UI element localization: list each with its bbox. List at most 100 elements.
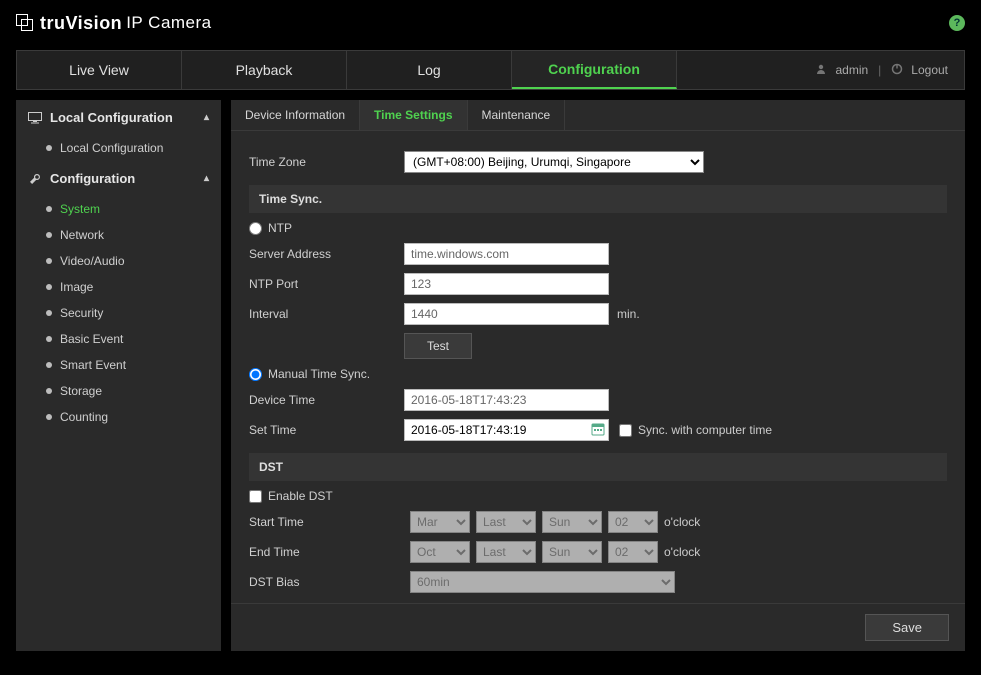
bullet-icon	[46, 258, 52, 264]
chevron-up-icon: ▴	[204, 112, 209, 123]
radio-ntp[interactable]	[249, 222, 262, 235]
tab-playback[interactable]: Playback	[182, 51, 347, 89]
sidebar-item-storage[interactable]: Storage	[16, 378, 221, 404]
select-dst-bias[interactable]: 60min	[410, 571, 675, 593]
sidebar-section-label: Local Configuration	[50, 110, 173, 125]
bullet-icon	[46, 145, 52, 151]
sidebar-item-label: Network	[60, 228, 104, 242]
header-time-sync-label: Time Sync.	[259, 192, 322, 206]
sidebar-item-label: Counting	[60, 410, 108, 424]
wrench-icon	[28, 172, 42, 186]
select-end-hour[interactable]: 02	[608, 541, 658, 563]
label-time-zone: Time Zone	[249, 155, 404, 169]
bullet-icon	[46, 284, 52, 290]
select-end-week[interactable]: Last	[476, 541, 536, 563]
brand: truVision IP Camera	[16, 13, 212, 34]
logout-icon	[891, 63, 903, 78]
sidebar-item-label: Local Configuration	[60, 141, 163, 155]
user-icon	[815, 63, 827, 78]
sidebar-item-label: Video/Audio	[60, 254, 125, 268]
brand-sub: IP Camera	[126, 13, 211, 33]
label-end-time: End Time	[249, 545, 404, 559]
brand-icon	[16, 14, 34, 32]
select-time-zone[interactable]: (GMT+08:00) Beijing, Urumqi, Singapore	[404, 151, 704, 173]
label-manual-time-sync: Manual Time Sync.	[268, 367, 370, 381]
tab-configuration[interactable]: Configuration	[512, 51, 677, 89]
sidebar-item-system[interactable]: System	[16, 196, 221, 222]
input-ntp-port[interactable]	[404, 273, 609, 295]
bullet-icon	[46, 232, 52, 238]
bullet-icon	[46, 362, 52, 368]
select-start-day[interactable]: Sun	[542, 511, 602, 533]
bullet-icon	[46, 310, 52, 316]
input-device-time	[404, 389, 609, 411]
sidebar-item-label: System	[60, 202, 100, 216]
test-button[interactable]: Test	[404, 333, 472, 359]
input-server-address[interactable]	[404, 243, 609, 265]
sidebar-item-label: Storage	[60, 384, 102, 398]
bullet-icon	[46, 336, 52, 342]
label-device-time: Device Time	[249, 393, 404, 407]
sidebar-section-configuration[interactable]: Configuration ▴	[16, 161, 221, 196]
sidebar: Local Configuration ▴ Local Configuratio…	[16, 100, 221, 651]
radio-manual-time-sync[interactable]	[249, 368, 262, 381]
sidebar-item-label: Image	[60, 280, 93, 294]
label-server-address: Server Address	[249, 247, 404, 261]
monitor-icon	[28, 112, 42, 124]
bullet-icon	[46, 414, 52, 420]
checkbox-enable-dst[interactable]	[249, 490, 262, 503]
sidebar-item-label: Security	[60, 306, 103, 320]
subtab-device-information[interactable]: Device Information	[231, 100, 360, 130]
subtab-maintenance[interactable]: Maintenance	[468, 100, 566, 130]
tab-live-view[interactable]: Live View	[17, 51, 182, 89]
sidebar-section-label: Configuration	[50, 171, 135, 186]
sidebar-item-counting[interactable]: Counting	[16, 404, 221, 430]
select-end-month[interactable]: Oct	[410, 541, 470, 563]
sidebar-item-image[interactable]: Image	[16, 274, 221, 300]
label-dst-bias: DST Bias	[249, 575, 404, 589]
input-set-time[interactable]	[404, 419, 609, 441]
checkbox-sync-computer[interactable]	[619, 424, 632, 437]
logout-link[interactable]: Logout	[911, 63, 948, 77]
sidebar-section-local-config[interactable]: Local Configuration ▴	[16, 100, 221, 135]
label-set-time: Set Time	[249, 423, 404, 437]
sidebar-item-network[interactable]: Network	[16, 222, 221, 248]
select-start-month[interactable]: Mar	[410, 511, 470, 533]
label-ntp-port: NTP Port	[249, 277, 404, 291]
bullet-icon	[46, 206, 52, 212]
label-sync-computer: Sync. with computer time	[638, 423, 772, 437]
username: admin	[835, 63, 868, 77]
sidebar-item-label: Basic Event	[60, 332, 123, 346]
label-ntp: NTP	[268, 221, 292, 235]
main-panel: Device Information Time Settings Mainten…	[231, 100, 965, 651]
sidebar-item-smart-event[interactable]: Smart Event	[16, 352, 221, 378]
header-time-sync: Time Sync.	[249, 185, 947, 213]
nav-bar: Live View Playback Log Configuration adm…	[16, 50, 965, 90]
label-start-time: Start Time	[249, 515, 404, 529]
input-interval[interactable]	[404, 303, 609, 325]
select-start-week[interactable]: Last	[476, 511, 536, 533]
label-oclock: o'clock	[664, 515, 700, 529]
separator: |	[878, 63, 881, 77]
header-dst-label: DST	[259, 460, 283, 474]
bullet-icon	[46, 388, 52, 394]
sidebar-item-label: Smart Event	[60, 358, 126, 372]
select-end-day[interactable]: Sun	[542, 541, 602, 563]
sidebar-item-security[interactable]: Security	[16, 300, 221, 326]
chevron-up-icon: ▴	[204, 173, 209, 184]
help-icon[interactable]: ?	[949, 15, 965, 31]
sidebar-item-video-audio[interactable]: Video/Audio	[16, 248, 221, 274]
label-oclock: o'clock	[664, 545, 700, 559]
header-dst: DST	[249, 453, 947, 481]
unit-min: min.	[617, 307, 640, 321]
tab-log[interactable]: Log	[347, 51, 512, 89]
brand-name: truVision	[40, 13, 122, 34]
label-interval: Interval	[249, 307, 404, 321]
select-start-hour[interactable]: 02	[608, 511, 658, 533]
label-enable-dst: Enable DST	[268, 489, 333, 503]
save-button[interactable]: Save	[865, 614, 949, 641]
nav-user: admin | Logout	[815, 63, 964, 78]
sidebar-item-local-configuration[interactable]: Local Configuration	[16, 135, 221, 161]
subtab-time-settings[interactable]: Time Settings	[360, 100, 467, 130]
sidebar-item-basic-event[interactable]: Basic Event	[16, 326, 221, 352]
